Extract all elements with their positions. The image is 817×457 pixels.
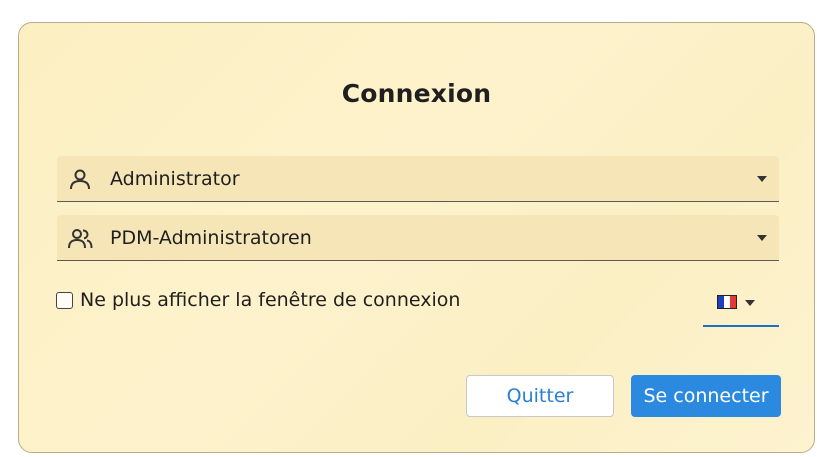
hide-dialog-label[interactable]: Ne plus afficher la fenêtre de connexion xyxy=(80,289,460,311)
login-dialog: Connexion Administrator PDM-Administrato… xyxy=(18,22,815,453)
user-icon xyxy=(66,168,94,192)
connect-button[interactable]: Se connecter xyxy=(631,375,781,417)
chevron-down-icon[interactable] xyxy=(757,235,767,241)
user-select-value: Administrator xyxy=(110,168,240,190)
chevron-down-icon[interactable] xyxy=(745,300,755,306)
language-select[interactable] xyxy=(703,281,779,327)
user-select[interactable]: Administrator xyxy=(57,156,779,202)
quit-button[interactable]: Quitter xyxy=(466,375,614,417)
french-flag-icon xyxy=(717,295,737,309)
chevron-down-icon[interactable] xyxy=(757,176,767,182)
hide-dialog-checkbox[interactable] xyxy=(56,292,73,309)
group-select[interactable]: PDM-Administratoren xyxy=(57,215,779,261)
dialog-title: Connexion xyxy=(341,79,492,108)
group-select-value: PDM-Administratoren xyxy=(110,227,312,249)
flag-stripe-red xyxy=(730,296,736,308)
users-group-icon xyxy=(66,227,94,251)
